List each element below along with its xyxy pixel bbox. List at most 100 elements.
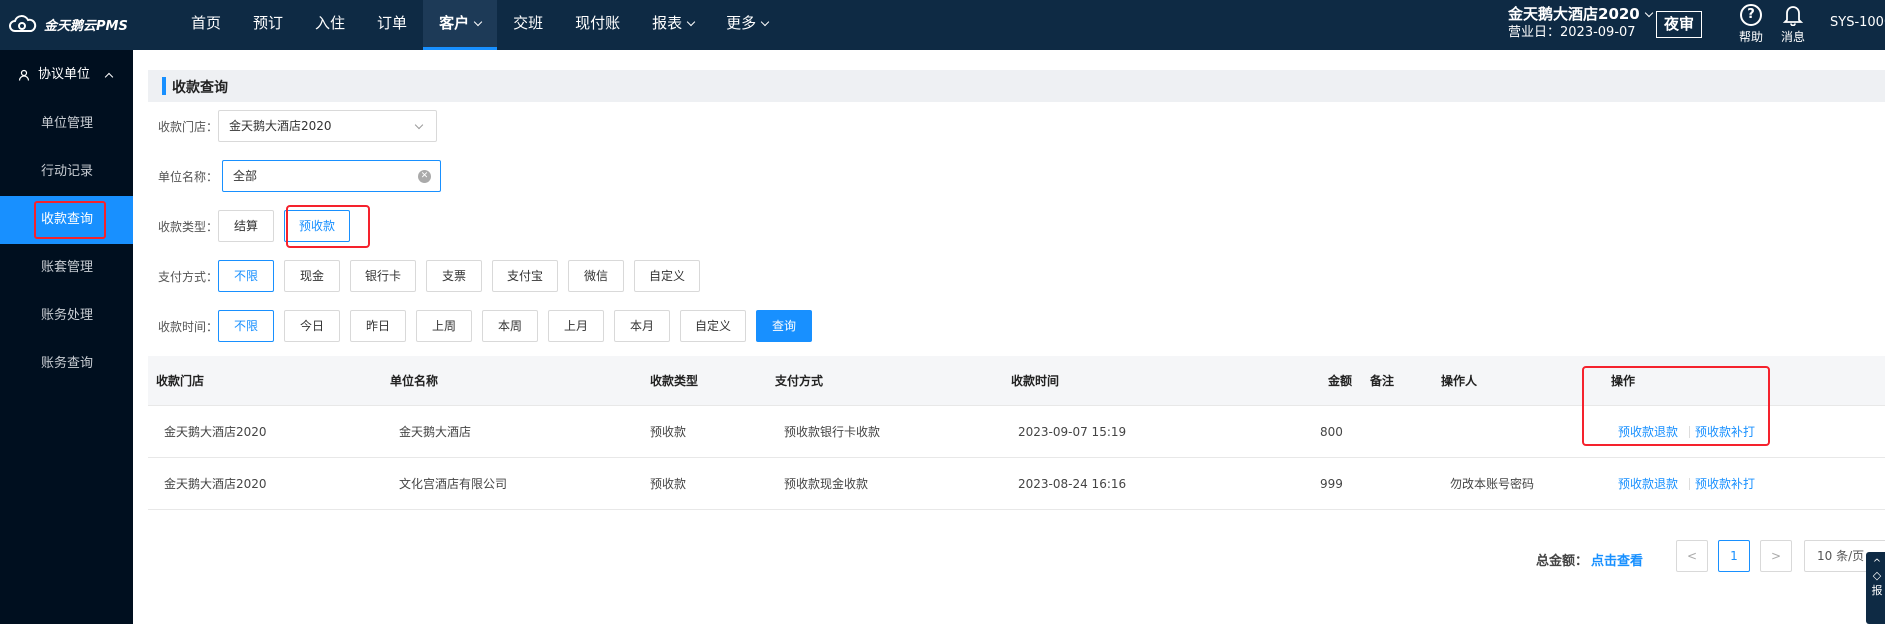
sidebar-item-receipt-query[interactable]: 收款查询 — [0, 196, 133, 244]
sidebar-item-label: 账务处理 — [41, 308, 94, 323]
help-icon: ? — [1740, 4, 1762, 26]
nav-item-label: 报表 — [652, 14, 683, 32]
column-header-method: 支付方式 — [775, 374, 824, 388]
nav-item-cash-account[interactable]: 现付账 — [559, 0, 636, 50]
column-header-note: 备注 — [1370, 374, 1395, 388]
nav-item-label: 交班 — [513, 14, 544, 32]
nav-item-booking[interactable]: 预订 — [237, 0, 299, 50]
nav-item-orders[interactable]: 订单 — [361, 0, 423, 50]
sidebar-item-accounting-processing[interactable]: 账务处理 — [0, 292, 133, 340]
nav-item-home[interactable]: 首页 — [175, 0, 237, 50]
table-row: 金天鹅大酒店2020 金天鹅大酒店 预收款 预收款银行卡收款 2023-09-07 15… — [148, 406, 1885, 458]
reprint-link[interactable]: 预收款补打 — [1695, 406, 1755, 458]
clear-icon[interactable]: ✕ — [418, 170, 431, 183]
nav-item-customers[interactable]: 客户 — [423, 0, 498, 50]
pay-method-option[interactable]: 现金 — [284, 260, 340, 292]
chevron-down-icon — [760, 17, 770, 27]
pay-method-option[interactable]: 支付宝 — [492, 260, 559, 292]
refund-link[interactable]: 预收款退款 — [1618, 458, 1678, 510]
nav-item-label: 入住 — [315, 14, 346, 32]
nav-item-label: 预订 — [253, 14, 284, 32]
pay-method-option[interactable]: 自定义 — [634, 260, 701, 292]
table-footer: 总金额： 点击查看 < 1 > 10 条/页 — [148, 540, 1885, 576]
receipt-time-option[interactable]: 本月 — [614, 310, 670, 342]
receipt-time-option[interactable]: 上周 — [416, 310, 472, 342]
cell-time: 2023-08-24 16:16 — [1018, 477, 1127, 491]
sidebar-item-action-records[interactable]: 行动记录 — [0, 148, 133, 196]
store-select-value: 金天鹅大酒店2020 — [229, 119, 332, 133]
cell-method: 预收款银行卡收款 — [784, 425, 881, 439]
nav-item-shift[interactable]: 交班 — [497, 0, 559, 50]
sidebar-item-label: 单位管理 — [41, 116, 94, 131]
highlight-box — [34, 201, 106, 239]
cell-amount: 999 — [1320, 477, 1343, 491]
column-header-store: 收款门店 — [156, 374, 205, 388]
receipt-time-option[interactable]: 昨日 — [350, 310, 406, 342]
chevron-down-icon — [414, 120, 424, 130]
reprint-link[interactable]: 预收款补打 — [1695, 458, 1755, 510]
nav-item-checkin[interactable]: 入住 — [299, 0, 361, 50]
business-date: 营业日：2023-09-07 — [1508, 25, 1636, 40]
floating-tab-label: 报 — [1871, 584, 1883, 597]
nav-item-more[interactable]: 更多 — [710, 0, 784, 50]
nav-item-label: 客户 — [439, 14, 470, 32]
chevron-down-icon — [473, 17, 483, 27]
cell-amount: 800 — [1320, 425, 1343, 439]
hotel-switcher[interactable]: 金天鹅大酒店2020 营业日：2023-09-07 — [1508, 4, 1653, 42]
cell-time: 2023-09-07 15:19 — [1018, 425, 1127, 439]
unit-name-input[interactable]: 全部 ✕ — [222, 160, 441, 192]
receipt-time-option[interactable]: 上月 — [548, 310, 604, 342]
query-button[interactable]: 查询 — [756, 310, 813, 342]
nav-item-reports[interactable]: 报表 — [636, 0, 710, 50]
page-1-button[interactable]: 1 — [1718, 540, 1750, 572]
receipt-time-option[interactable]: 不限 — [218, 310, 274, 342]
cell-unit: 金天鹅大酒店 — [399, 425, 472, 439]
chevron-down-icon — [1644, 8, 1653, 18]
store-select[interactable]: 金天鹅大酒店2020 — [218, 110, 437, 142]
cell-type: 预收款 — [650, 425, 687, 439]
sidebar-item-accounting-query[interactable]: 账务查询 — [0, 340, 133, 388]
total-amount-label: 总金额： — [1536, 554, 1589, 569]
help-label: 帮助 — [1738, 30, 1763, 44]
filter-store-label: 收款门店： — [158, 119, 219, 134]
messages-button[interactable]: 消息 — [1775, 4, 1811, 45]
pay-method-option[interactable]: 支票 — [426, 260, 483, 292]
sidebar-item-ledger-management[interactable]: 账套管理 — [0, 244, 133, 292]
receipt-type-option[interactable]: 预收款 — [284, 210, 351, 242]
sidebar-group-agreement-units[interactable]: 协议单位 — [0, 50, 133, 100]
filter-store: 收款门店： 金天鹅大酒店2020 — [158, 110, 437, 142]
nav-item-label: 现付账 — [575, 14, 621, 32]
table-header: 收款门店 单位名称 收款类型 支付方式 收款时间 金额 备注 操作人 操作 — [148, 356, 1885, 406]
refund-link[interactable]: 预收款退款 — [1618, 406, 1678, 458]
section-accent — [162, 77, 166, 95]
sidebar-item-label: 账务查询 — [41, 356, 94, 371]
nav-item-label: 订单 — [377, 14, 408, 32]
section-header: 收款查询 — [148, 70, 1885, 102]
pay-method-option[interactable]: 不限 — [218, 260, 274, 292]
nav-item-label: 更多 — [726, 14, 757, 32]
filter-time-label: 收款时间： — [158, 319, 219, 334]
cell-store: 金天鹅大酒店2020 — [164, 425, 267, 439]
receipt-time-option[interactable]: 今日 — [284, 310, 340, 342]
sidebar-item-unit-management[interactable]: 单位管理 — [0, 100, 133, 148]
bell-icon — [1782, 6, 1804, 26]
next-page-button[interactable]: > — [1760, 540, 1792, 572]
sidebar-item-label: 行动记录 — [41, 164, 94, 179]
pay-method-option[interactable]: 银行卡 — [350, 260, 417, 292]
receipt-time-option[interactable]: 自定义 — [680, 310, 747, 342]
floating-side-tab[interactable]: ^ ◇ 报 — [1866, 552, 1885, 624]
help-button[interactable]: ? 帮助 — [1733, 4, 1769, 45]
night-audit-button[interactable]: 夜审 — [1656, 11, 1702, 38]
table-row: 金天鹅大酒店2020 文化宫酒店有限公司 预收款 预收款现金收款 2023-08-24 … — [148, 458, 1885, 510]
prev-page-button[interactable]: < — [1676, 540, 1708, 572]
total-amount-link[interactable]: 点击查看 — [1591, 550, 1643, 569]
chevron-up-icon — [104, 72, 114, 82]
receipt-type-option[interactable]: 结算 — [218, 210, 274, 242]
chevron-down-icon — [686, 17, 696, 27]
pay-method-option[interactable]: 微信 — [568, 260, 625, 292]
user-account[interactable]: SYS-1000 — [1830, 15, 1885, 30]
app-logo[interactable]: 金天鹅云PMS — [8, 14, 128, 34]
page-title: 收款查询 — [172, 80, 228, 96]
column-header-amount: 金额 — [1328, 374, 1353, 388]
receipt-time-option[interactable]: 本周 — [482, 310, 538, 342]
